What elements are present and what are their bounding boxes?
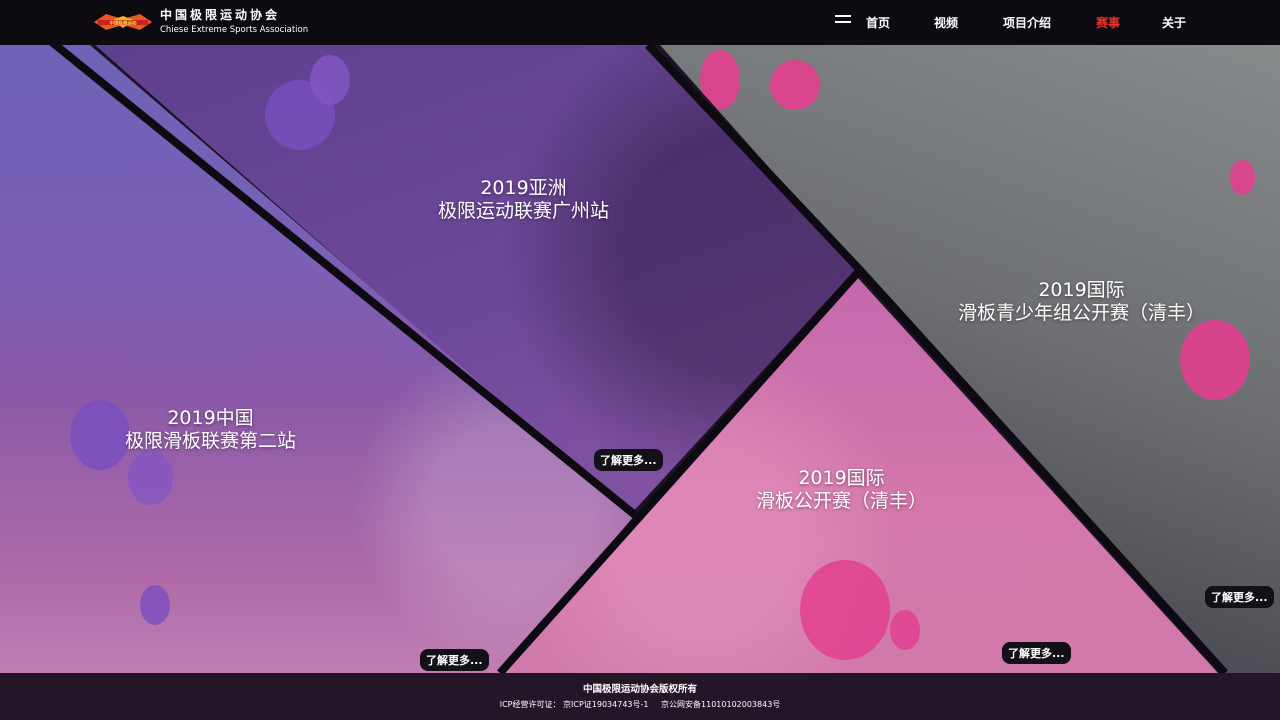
nav-about[interactable]: 关于 bbox=[1162, 14, 1186, 31]
registration-info: ICP经营许可证： 京ICP证19034743号-1 京公网安备11010102… bbox=[0, 699, 1280, 710]
nav-projects[interactable]: 项目介绍 bbox=[1003, 14, 1051, 31]
event-title: 2019国际 滑板青少年组公开赛（清丰） bbox=[958, 279, 1205, 325]
event-title-line1: 2019亚洲 bbox=[480, 177, 567, 199]
paint-splatter bbox=[140, 585, 170, 625]
org-name-cn: 中国极限运动协会 bbox=[160, 8, 281, 22]
paint-splatter bbox=[700, 50, 740, 110]
hamburger-icon[interactable] bbox=[835, 15, 851, 29]
site-footer: 中国极限运动协会版权所有 ICP经营许可证： 京ICP证19034743号-1 … bbox=[0, 673, 1280, 720]
event-title-line1: 2019中国 bbox=[167, 407, 254, 429]
learn-more-button[interactable]: 了解更多... bbox=[1205, 586, 1274, 608]
copyright-text: 中国极限运动协会版权所有 bbox=[582, 684, 697, 695]
paint-splatter bbox=[800, 560, 890, 660]
learn-more-button[interactable]: 了解更多... bbox=[1002, 642, 1071, 664]
events-collage: 2019中国 极限滑板联赛第二站 了解更多... 2019亚洲 极限运动联赛广州… bbox=[0, 0, 1280, 720]
paint-splatter bbox=[1180, 320, 1250, 400]
logo-wordmark: 中国极限运动 bbox=[110, 20, 137, 27]
paint-splatter bbox=[128, 450, 173, 505]
org-name-en: Chiese Extreme Sports Association bbox=[160, 25, 309, 35]
organization-name: 中国极限运动协会 Chiese Extreme Sports Associati… bbox=[160, 8, 308, 36]
icp-license[interactable]: ICP经营许可证： 京ICP证19034743号-1 bbox=[500, 700, 649, 709]
police-record[interactable]: 京公网安备11010102003843号 bbox=[661, 700, 780, 709]
paint-splatter bbox=[70, 400, 130, 470]
event-title-line1: 2019国际 bbox=[798, 467, 885, 489]
event-title: 2019国际 滑板公开赛（清丰） bbox=[756, 467, 927, 513]
learn-more-button[interactable]: 了解更多... bbox=[594, 449, 663, 471]
event-title-line2: 滑板公开赛（清丰） bbox=[756, 490, 928, 512]
association-logo[interactable]: 中国极限运动 bbox=[92, 10, 154, 34]
event-title: 2019亚洲 极限运动联赛广州站 bbox=[438, 177, 609, 223]
event-title-line2: 滑板青少年组公开赛（清丰） bbox=[958, 302, 1206, 324]
event-title-line2: 极限运动联赛广州站 bbox=[438, 200, 610, 222]
paint-splatter bbox=[310, 55, 350, 105]
nav-video[interactable]: 视频 bbox=[934, 14, 958, 31]
nav-events[interactable]: 赛事 bbox=[1096, 14, 1120, 31]
event-title-line2: 极限滑板联赛第二站 bbox=[125, 430, 297, 452]
event-title-line1: 2019国际 bbox=[1038, 279, 1125, 301]
learn-more-button[interactable]: 了解更多... bbox=[420, 649, 489, 671]
event-title: 2019中国 极限滑板联赛第二站 bbox=[125, 407, 296, 453]
paint-splatter bbox=[770, 60, 820, 110]
paint-splatter bbox=[890, 610, 920, 650]
paint-splatter bbox=[1230, 160, 1255, 195]
top-navigation-bar: 中国极限运动 中国极限运动协会 Chiese Extreme Sports As… bbox=[0, 0, 1280, 45]
nav-home[interactable]: 首页 bbox=[866, 14, 890, 31]
